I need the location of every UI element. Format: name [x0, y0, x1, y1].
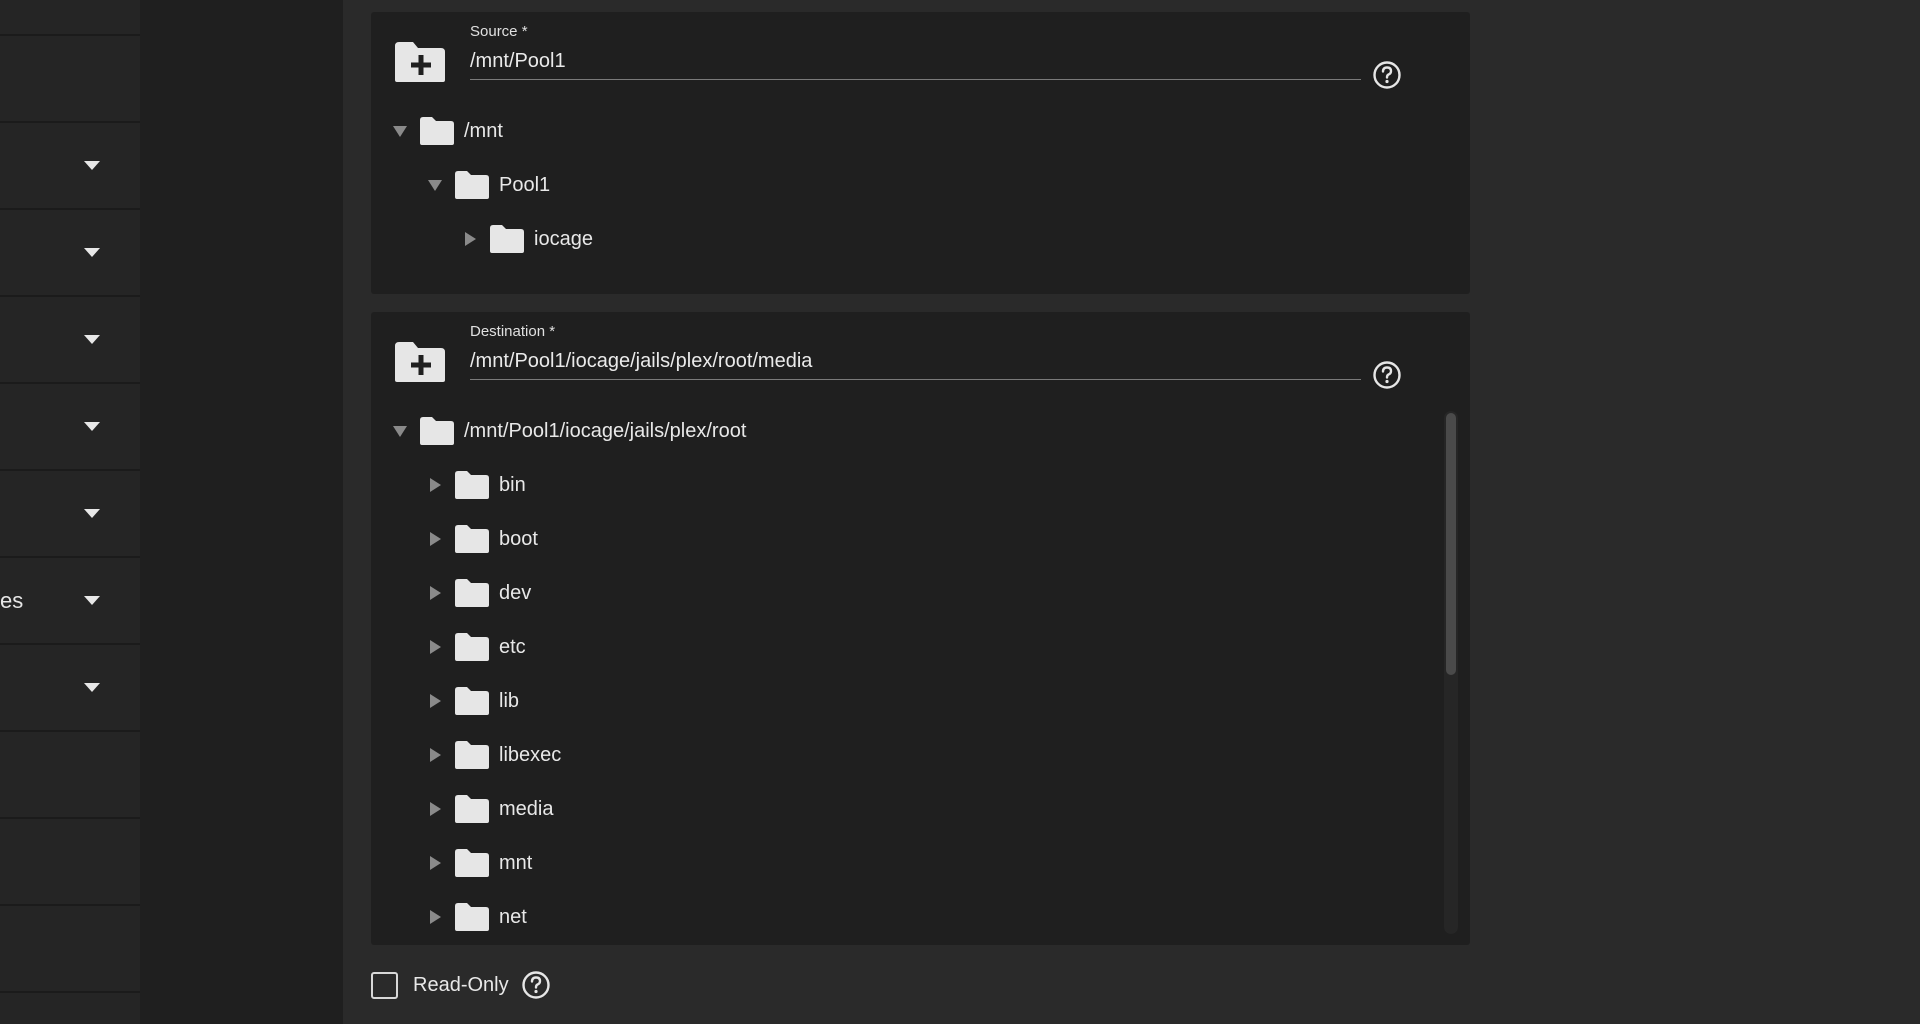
- sidebar-item[interactable]: es: [0, 559, 140, 645]
- tree-node[interactable]: net: [427, 897, 527, 934]
- scrollbar-thumb[interactable]: [1446, 413, 1456, 675]
- caret-right-icon[interactable]: [430, 532, 441, 546]
- sidebar-gutter: [140, 0, 343, 1024]
- folder-icon: [455, 741, 489, 769]
- tree-node-label: libexec: [499, 743, 562, 766]
- chevron-down-icon[interactable]: [84, 248, 100, 257]
- sidebar-item[interactable]: [0, 211, 140, 297]
- destination-tree: /mnt/Pool1/iocage/jails/plex/root bin boot…: [371, 411, 1470, 934]
- sidebar-item[interactable]: [0, 472, 140, 558]
- tree-node-label: dev: [499, 581, 532, 604]
- folder-icon: [455, 795, 489, 823]
- chevron-down-icon[interactable]: [84, 509, 100, 518]
- help-circle-icon[interactable]: [1372, 60, 1402, 90]
- caret-right-icon[interactable]: [430, 640, 441, 654]
- folder-plus-icon[interactable]: [393, 40, 447, 84]
- tree-node-label: boot: [499, 527, 538, 550]
- tree-node[interactable]: /mnt: [392, 111, 503, 151]
- readonly-checkbox[interactable]: [371, 971, 398, 999]
- sidebar-item[interactable]: [0, 733, 140, 819]
- tree-node[interactable]: iocage: [462, 219, 593, 259]
- folder-icon: [455, 171, 489, 199]
- folder-icon: [455, 471, 489, 499]
- tree-node[interactable]: mnt: [427, 843, 532, 883]
- caret-right-icon[interactable]: [430, 586, 441, 600]
- caret-right-icon[interactable]: [430, 748, 441, 762]
- sidebar-item[interactable]: ne: [0, 0, 140, 36]
- folder-icon: [455, 849, 489, 877]
- folder-icon: [455, 525, 489, 553]
- caret-right-icon[interactable]: [465, 232, 476, 246]
- readonly-option: Read-Only: [371, 970, 551, 1000]
- tree-node-label: etc: [499, 635, 526, 658]
- destination-label: Destination *: [470, 323, 556, 340]
- tree-node-label: mnt: [499, 851, 533, 874]
- caret-right-icon[interactable]: [430, 694, 441, 708]
- tree-node[interactable]: /mnt/Pool1/iocage/jails/plex/root: [392, 411, 746, 451]
- tree-node[interactable]: dev: [427, 573, 531, 613]
- folder-icon: [420, 117, 454, 145]
- tree-node-label: bin: [499, 473, 526, 496]
- sidebar-item[interactable]: [0, 385, 140, 471]
- readonly-label: Read-Only: [413, 973, 509, 996]
- chevron-down-icon[interactable]: [84, 335, 100, 344]
- sidebar-item[interactable]: [0, 646, 140, 732]
- caret-down-icon[interactable]: [393, 125, 407, 137]
- sidebar-item[interactable]: [0, 820, 140, 906]
- chevron-down-icon[interactable]: [84, 596, 100, 605]
- sidebar-item[interactable]: [0, 37, 140, 123]
- folder-icon: [455, 633, 489, 661]
- tree-node-label: lib: [499, 689, 520, 712]
- tree-node[interactable]: lib: [427, 681, 519, 721]
- tree-node-label: /mnt/Pool1/iocage/jails/plex/root: [464, 419, 747, 442]
- folder-icon: [490, 225, 524, 253]
- tree-node[interactable]: bin: [427, 465, 526, 505]
- source-label: Source *: [470, 23, 528, 40]
- destination-input[interactable]: /mnt/Pool1/iocage/jails/plex/root/media: [470, 346, 1361, 380]
- chevron-down-icon[interactable]: [84, 422, 100, 431]
- folder-icon: [455, 687, 489, 715]
- tree-node-label: Pool1: [499, 173, 551, 196]
- tree-node[interactable]: Pool1: [427, 165, 550, 205]
- sidebar-item-label: ne: [0, 0, 24, 5]
- sidebar-item[interactable]: [0, 124, 140, 210]
- tree-scrollbar[interactable]: [1444, 411, 1458, 934]
- tree-node[interactable]: boot: [427, 519, 538, 559]
- caret-right-icon[interactable]: [430, 802, 441, 816]
- caret-right-icon[interactable]: [430, 910, 441, 924]
- folder-icon: [420, 417, 454, 445]
- sidebar: ne es: [0, 0, 140, 1024]
- help-circle-icon[interactable]: [1372, 360, 1402, 390]
- tree-node[interactable]: media: [427, 789, 553, 829]
- caret-right-icon[interactable]: [430, 478, 441, 492]
- tree-node[interactable]: etc: [427, 627, 526, 667]
- destination-card: Destination * /mnt/Pool1/iocage/jails/pl…: [371, 312, 1470, 945]
- chevron-down-icon[interactable]: [84, 161, 100, 170]
- tree-node-label: iocage: [534, 227, 593, 250]
- folder-icon: [455, 903, 489, 931]
- source-input[interactable]: /mnt/Pool1: [470, 46, 1361, 80]
- caret-right-icon[interactable]: [430, 856, 441, 870]
- source-card: Source * /mnt/Pool1 /mnt Pool1 iocage: [371, 12, 1470, 294]
- folder-plus-icon[interactable]: [393, 340, 447, 384]
- tree-node[interactable]: libexec: [427, 735, 561, 775]
- help-circle-icon[interactable]: [521, 970, 551, 1000]
- tree-node-label: media: [499, 797, 554, 820]
- sidebar-item[interactable]: [0, 907, 140, 993]
- tree-node-label: net: [499, 905, 527, 928]
- sidebar-item[interactable]: [0, 298, 140, 384]
- chevron-down-icon[interactable]: [84, 683, 100, 692]
- tree-node-label: /mnt: [464, 119, 503, 142]
- caret-down-icon[interactable]: [428, 179, 442, 191]
- sidebar-item-label: es: [0, 588, 24, 613]
- caret-down-icon[interactable]: [393, 425, 407, 437]
- folder-icon: [455, 579, 489, 607]
